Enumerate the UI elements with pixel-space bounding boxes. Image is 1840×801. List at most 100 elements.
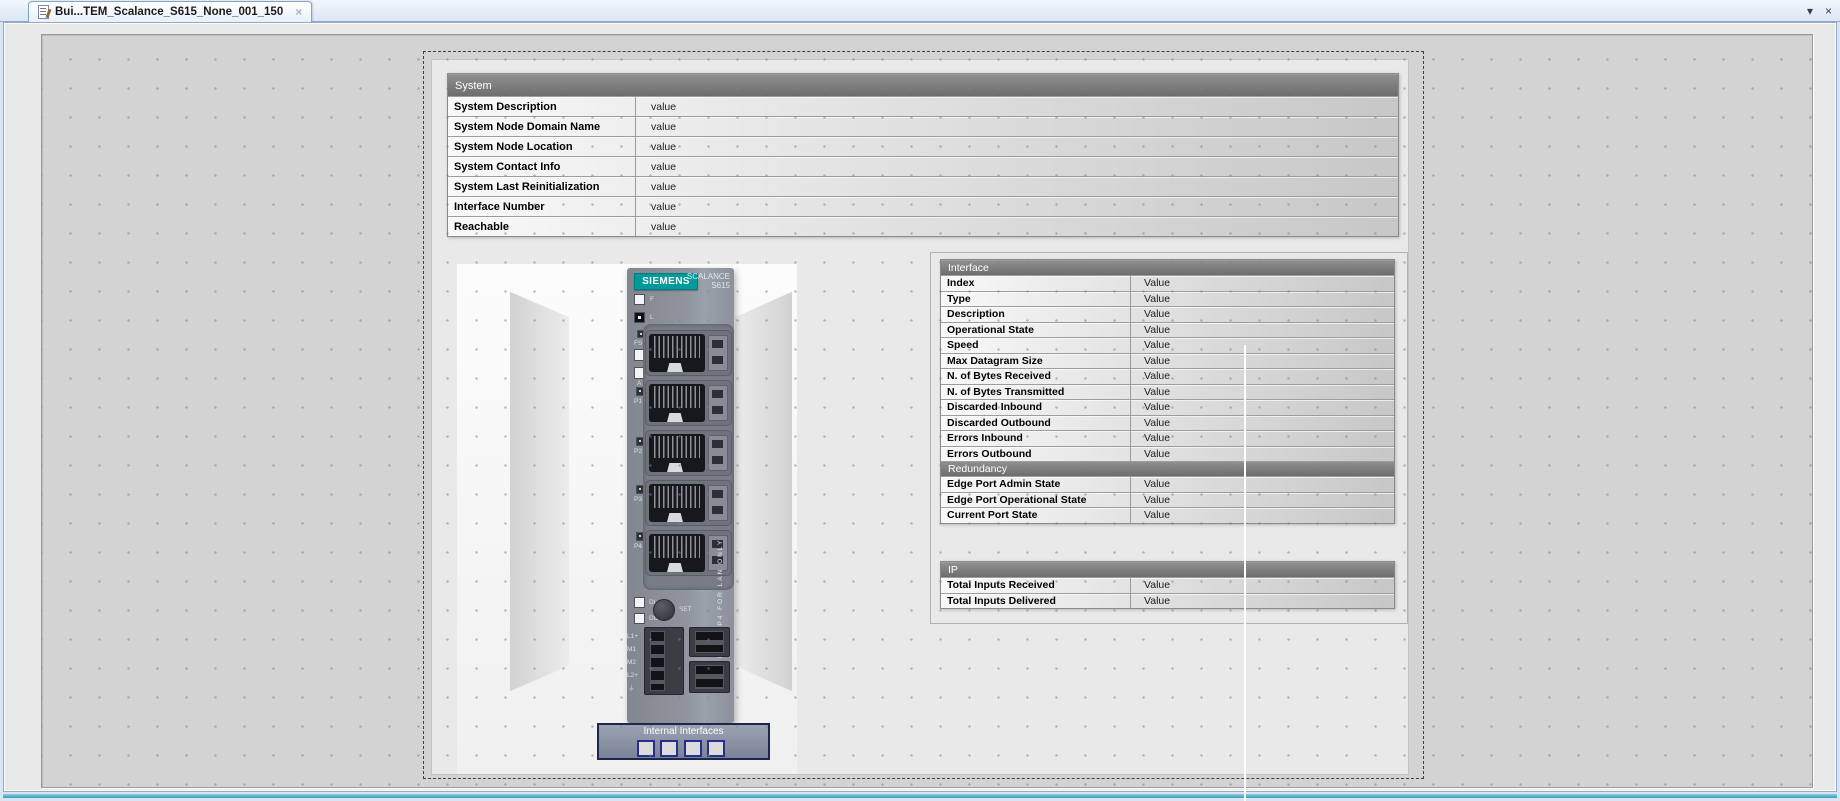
table-row: Operational StateValue: [941, 322, 1394, 338]
row-value: value: [636, 117, 676, 136]
table-row: System Last Reinitializationvalue: [448, 176, 1398, 196]
menu-dropdown-icon[interactable]: ▾: [1807, 4, 1813, 18]
tab-close-icon[interactable]: ×: [295, 5, 302, 19]
rj45-opening: [649, 384, 705, 422]
terminal-label-l1: L1+: [627, 633, 638, 641]
table-row: IndexValue: [941, 275, 1394, 291]
led-l: [634, 312, 645, 323]
scalance-s615-device: SIEMENS SCALANCE S615 F L FS A P1 P2 P3 …: [627, 268, 734, 723]
table-row: Reachablevalue: [448, 216, 1398, 236]
document-icon: [38, 5, 49, 19]
table-row: Discarded OutboundValue: [941, 415, 1394, 431]
device-model-label: SCALANCE S615: [670, 272, 730, 290]
system-table[interactable]: SystemSystem DescriptionvalueSystem Node…: [447, 73, 1399, 237]
table-row: Total Inputs DeliveredValue: [941, 593, 1394, 609]
terminal-label-m1: M1: [627, 646, 636, 654]
row-label: Discarded Inbound: [941, 400, 1131, 415]
window-controls: ▾ ×: [1807, 4, 1832, 18]
row-label: Errors Outbound: [941, 447, 1131, 462]
device-photo[interactable]: SIEMENS SCALANCE S615 F L FS A P1 P2 P3 …: [457, 264, 797, 774]
led-f-label: F: [650, 296, 654, 304]
table-section-header: Interface: [941, 260, 1394, 275]
internal-interface-port: [660, 740, 678, 757]
table-row: Current Port StateValue: [941, 507, 1394, 523]
power-terminal-block: [644, 627, 684, 695]
table-row: TypeValue: [941, 291, 1394, 307]
tab-bar: Bui...TEM_Scalance_S615_None_001_150 × ▾…: [0, 0, 1840, 22]
row-label: Total Inputs Received: [941, 578, 1131, 593]
led-p3-label: P3: [634, 496, 642, 504]
row-label: System Node Location: [448, 137, 636, 156]
row-label: Type: [941, 292, 1131, 307]
terminal-pins: [695, 665, 724, 689]
rj45-port: [645, 330, 732, 376]
table-row: System Contact Infovalue: [448, 156, 1398, 176]
internal-interface-port: [707, 740, 725, 757]
row-value: Value: [1131, 431, 1170, 446]
table-row: Errors OutboundValue: [941, 446, 1394, 462]
row-value: Value: [1131, 385, 1170, 400]
row-value: Value: [1131, 354, 1170, 369]
row-value: value: [636, 157, 676, 176]
internal-interfaces-bar[interactable]: Internal Interfaces: [597, 723, 770, 760]
row-value: Value: [1131, 292, 1170, 307]
table-row: Edge Port Admin StateValue: [941, 476, 1394, 492]
row-value: Value: [1131, 594, 1170, 609]
led-fs-label: FS: [634, 340, 642, 348]
editor-frame: SystemSystem DescriptionvalueSystem Node…: [3, 22, 1837, 792]
ip-table[interactable]: IPTotal Inputs ReceivedValueTotal Inputs…: [940, 561, 1395, 609]
led-di: [634, 597, 645, 608]
table-section-header: System: [448, 74, 1398, 96]
row-label: Total Inputs Delivered: [941, 594, 1131, 609]
row-label: Interface Number: [448, 197, 636, 216]
port-usage-note: P1 TO P4 FOR LAN ONLY: [717, 408, 724, 658]
do-terminal-block: [689, 661, 730, 693]
interface-tables-group[interactable]: InterfaceIndexValueTypeValueDescriptionV…: [930, 252, 1408, 624]
row-label: System Last Reinitialization: [448, 177, 636, 196]
rj45-opening: [649, 434, 705, 472]
rj45-opening: [649, 534, 705, 572]
row-label: N. of Bytes Received: [941, 369, 1131, 384]
row-label: Index: [941, 276, 1131, 291]
table-row: Discarded InboundValue: [941, 399, 1394, 415]
table-row: Errors InboundValue: [941, 430, 1394, 446]
bottom-accent-bar: [3, 794, 1837, 798]
terminal-pins: [650, 631, 665, 691]
table-row: Interface Numbervalue: [448, 196, 1398, 216]
internal-interfaces-label: Internal Interfaces: [599, 726, 768, 737]
row-value: Value: [1131, 447, 1170, 462]
interface-table[interactable]: InterfaceIndexValueTypeValueDescriptionV…: [940, 259, 1395, 524]
internal-interface-port: [684, 740, 702, 757]
row-label: System Contact Info: [448, 157, 636, 176]
terminal-label-l2: L2+: [627, 672, 638, 680]
table-row: Max Datagram SizeValue: [941, 353, 1394, 369]
table-section-header: IP: [941, 562, 1394, 577]
table-row: System Node Locationvalue: [448, 136, 1398, 156]
table-row: Edge Port Operational StateValue: [941, 492, 1394, 508]
row-value: Value: [1131, 508, 1170, 523]
di-terminal-block: [689, 627, 730, 657]
row-label: Reachable: [448, 217, 636, 236]
row-label: Errors Inbound: [941, 431, 1131, 446]
row-label: Speed: [941, 338, 1131, 353]
row-label: N. of Bytes Transmitted: [941, 385, 1131, 400]
row-value: value: [636, 197, 676, 216]
row-label: Edge Port Operational State: [941, 493, 1131, 508]
led-p4-label: P4: [634, 543, 642, 551]
row-label: Current Port State: [941, 508, 1131, 523]
set-button-label: SET: [679, 606, 692, 614]
row-value: Value: [1131, 400, 1170, 415]
tab-scalance-faceplate[interactable]: Bui...TEM_Scalance_S615_None_001_150 ×: [28, 1, 312, 22]
table-row: N. of Bytes TransmittedValue: [941, 384, 1394, 400]
row-label: Description: [941, 307, 1131, 322]
design-canvas[interactable]: SystemSystem DescriptionvalueSystem Node…: [41, 34, 1813, 788]
row-value: value: [636, 97, 676, 116]
row-value: Value: [1131, 369, 1170, 384]
row-value: value: [636, 137, 676, 156]
row-value: value: [636, 177, 676, 196]
row-value: Value: [1131, 416, 1170, 431]
row-value: Value: [1131, 338, 1170, 353]
terminal-label-m2: M2: [627, 659, 636, 667]
row-value: value: [636, 217, 676, 236]
close-window-icon[interactable]: ×: [1825, 4, 1832, 18]
